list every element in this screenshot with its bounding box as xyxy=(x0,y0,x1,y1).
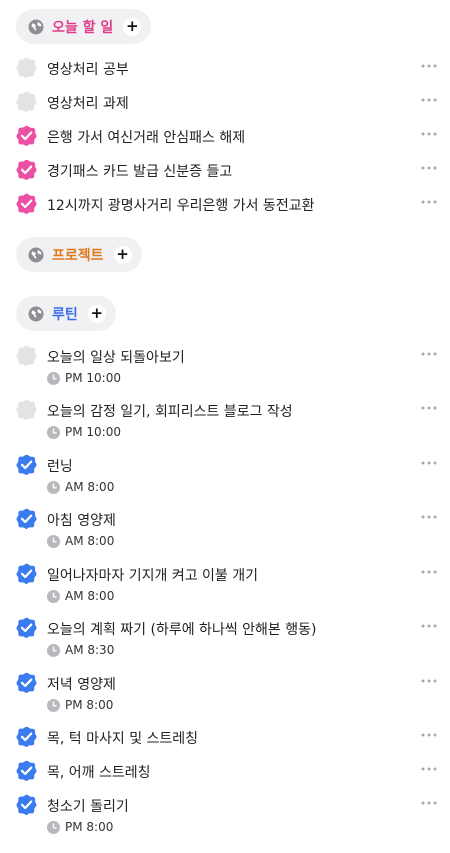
checkbox-checked-icon[interactable] xyxy=(16,193,37,214)
globe-icon xyxy=(28,306,44,322)
task-item[interactable]: 경기패스 카드 발급 신분증 들고 xyxy=(0,159,450,185)
section-header-routine[interactable]: 루틴 + xyxy=(16,296,116,331)
task-time: AM 8:00 xyxy=(47,534,114,548)
task-time-label: PM 10:00 xyxy=(65,371,121,385)
checkbox-checked-icon[interactable] xyxy=(16,794,37,815)
task-title: 경기패스 카드 발급 신분증 들고 xyxy=(47,164,233,180)
more-options-icon[interactable] xyxy=(419,800,439,806)
task-item[interactable]: 영상처리 공부 xyxy=(0,57,450,83)
section-title-today: 오늘 할 일 xyxy=(52,19,114,36)
more-options-icon[interactable] xyxy=(419,732,439,738)
task-title: 영상처리 공부 xyxy=(47,62,129,78)
task-title: 일어나자마자 기지개 켜고 이불 개기 xyxy=(47,568,258,584)
task-item[interactable]: 영상처리 과제 xyxy=(0,91,450,117)
more-options-icon[interactable] xyxy=(419,623,439,629)
task-time-label: PM 10:00 xyxy=(65,425,121,439)
more-options-icon[interactable] xyxy=(419,678,439,684)
task-item[interactable]: 청소기 돌리기 PM 8:00 xyxy=(0,794,450,838)
task-title: 12시까지 광명사거리 우리은행 가서 동전교환 xyxy=(47,198,315,214)
section-header-project[interactable]: 프로젝트 + xyxy=(16,237,142,272)
task-title: 저녁 영양제 xyxy=(47,677,116,693)
task-item[interactable]: 12시까지 광명사거리 우리은행 가서 동전교환 xyxy=(0,193,450,219)
task-time-label: AM 8:00 xyxy=(65,589,115,603)
task-time-label: AM 8:00 xyxy=(65,534,115,548)
add-task-today-button[interactable]: + xyxy=(123,17,142,36)
checkbox-checked-icon[interactable] xyxy=(16,617,37,638)
globe-icon xyxy=(28,19,44,35)
checkbox-checked-icon[interactable] xyxy=(16,508,37,529)
task-item[interactable]: 은행 가서 여신거래 안심패스 해제 xyxy=(0,125,450,151)
task-time-label: AM 8:00 xyxy=(65,480,115,494)
task-item[interactable]: 목, 어깨 스트레칭 xyxy=(0,760,450,786)
more-options-icon[interactable] xyxy=(419,569,439,575)
more-options-icon[interactable] xyxy=(419,351,439,357)
checkbox-checked-icon[interactable] xyxy=(16,672,37,693)
task-time: PM 8:00 xyxy=(47,820,113,834)
task-time-label: PM 8:00 xyxy=(65,820,114,834)
checkbox-empty-icon[interactable] xyxy=(16,399,37,420)
checkbox-empty-icon[interactable] xyxy=(16,345,37,366)
task-title: 은행 가서 여신거래 안심패스 해제 xyxy=(47,130,246,146)
clock-icon xyxy=(47,644,60,657)
task-time: PM 10:00 xyxy=(47,425,121,439)
task-item[interactable]: 아침 영양제 AM 8:00 xyxy=(0,508,450,552)
section-header-today[interactable]: 오늘 할 일 + xyxy=(16,9,152,44)
checkbox-checked-icon[interactable] xyxy=(16,159,37,180)
checkbox-empty-icon[interactable] xyxy=(16,91,37,112)
section-title-project: 프로젝트 xyxy=(52,247,104,264)
task-time-label: AM 8:30 xyxy=(65,643,115,657)
clock-icon xyxy=(47,590,60,603)
task-title: 영상처리 과제 xyxy=(47,96,129,112)
task-item[interactable]: 런닝 AM 8:00 xyxy=(0,454,450,498)
task-title: 오늘의 감정 일기, 회피리스트 블로그 작성 xyxy=(47,404,293,420)
task-title: 목, 턱 마사지 및 스트레칭 xyxy=(47,731,199,747)
checkbox-checked-icon[interactable] xyxy=(16,125,37,146)
clock-icon xyxy=(47,821,60,834)
clock-icon xyxy=(47,535,60,548)
more-options-icon[interactable] xyxy=(419,165,439,171)
task-item[interactable]: 일어나자마자 기지개 켜고 이불 개기 AM 8:00 xyxy=(0,563,450,607)
more-options-icon[interactable] xyxy=(419,514,439,520)
section-title-routine: 루틴 xyxy=(52,306,78,323)
more-options-icon[interactable] xyxy=(419,97,439,103)
more-options-icon[interactable] xyxy=(419,405,439,411)
task-title: 목, 어깨 스트레칭 xyxy=(47,765,151,781)
clock-icon xyxy=(47,426,60,439)
task-title: 청소기 돌리기 xyxy=(47,799,129,815)
add-task-project-button[interactable]: + xyxy=(113,245,132,264)
task-time: PM 8:00 xyxy=(47,698,113,712)
checkbox-checked-icon[interactable] xyxy=(16,760,37,781)
task-time: AM 8:00 xyxy=(47,589,114,603)
task-time: PM 10:00 xyxy=(47,371,121,385)
add-task-routine-button[interactable]: + xyxy=(87,304,106,323)
more-options-icon[interactable] xyxy=(419,460,439,466)
task-item[interactable]: 오늘의 감정 일기, 회피리스트 블로그 작성 PM 10:00 xyxy=(0,399,450,443)
task-title: 오늘의 계획 짜기 (하루에 하나씩 안해본 행동) xyxy=(47,622,317,638)
task-time: AM 8:30 xyxy=(47,643,114,657)
task-time: AM 8:00 xyxy=(47,480,114,494)
more-options-icon[interactable] xyxy=(419,131,439,137)
task-time-label: PM 8:00 xyxy=(65,698,114,712)
task-item[interactable]: 목, 턱 마사지 및 스트레칭 xyxy=(0,726,450,752)
task-title: 아침 영양제 xyxy=(47,513,116,529)
task-title: 런닝 xyxy=(47,459,73,475)
checkbox-empty-icon[interactable] xyxy=(16,57,37,78)
more-options-icon[interactable] xyxy=(419,199,439,205)
task-item[interactable]: 저녁 영양제 PM 8:00 xyxy=(0,672,450,716)
checkbox-checked-icon[interactable] xyxy=(16,563,37,584)
more-options-icon[interactable] xyxy=(419,63,439,69)
task-title: 오늘의 일상 되돌아보기 xyxy=(47,350,185,366)
task-item[interactable]: 오늘의 일상 되돌아보기 PM 10:00 xyxy=(0,345,450,389)
clock-icon xyxy=(47,372,60,385)
clock-icon xyxy=(47,481,60,494)
checkbox-checked-icon[interactable] xyxy=(16,454,37,475)
globe-icon xyxy=(28,247,44,263)
task-item[interactable]: 오늘의 계획 짜기 (하루에 하나씩 안해본 행동) AM 8:30 xyxy=(0,617,450,661)
more-options-icon[interactable] xyxy=(419,766,439,772)
clock-icon xyxy=(47,699,60,712)
checkbox-checked-icon[interactable] xyxy=(16,726,37,747)
